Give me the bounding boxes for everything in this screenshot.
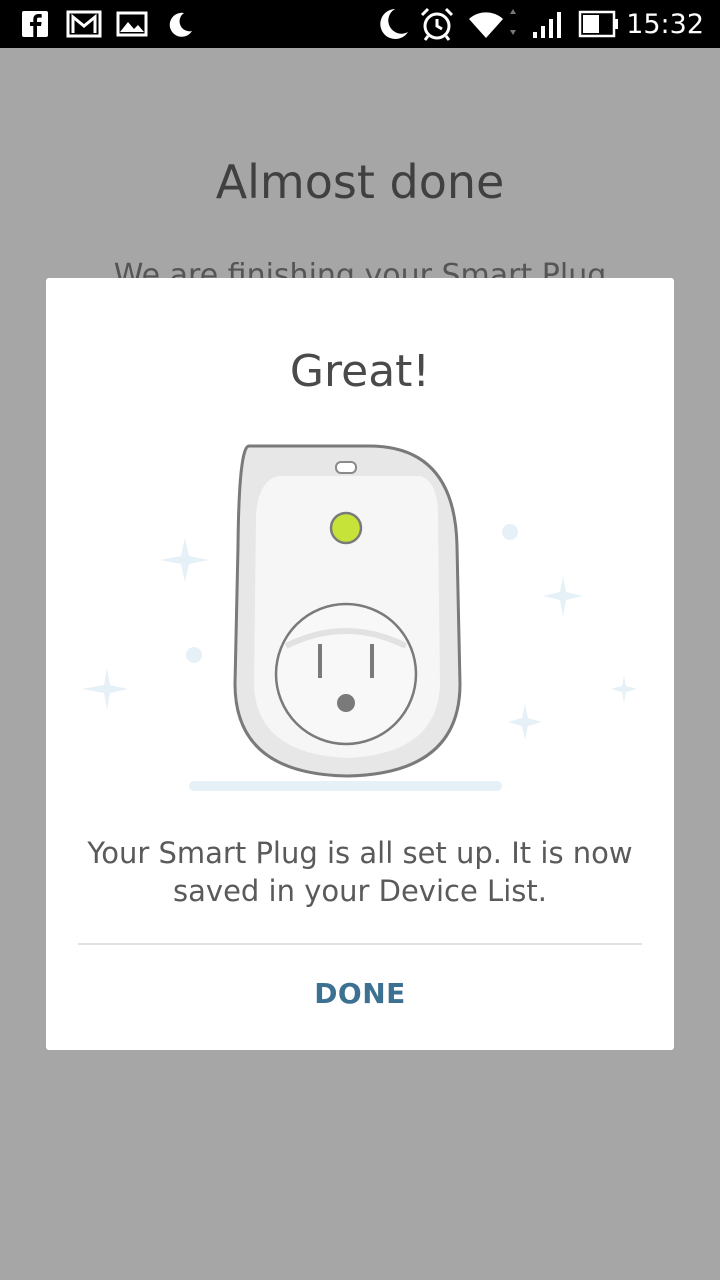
- wifi-icon: [466, 0, 520, 48]
- battery-icon: [578, 0, 620, 48]
- status-bar: 15:32: [0, 0, 720, 48]
- page-subtitle-text: We are finishing your Smart Plug: [113, 258, 607, 278]
- success-dialog: Great! Your Smart Plug is all set up. It…: [46, 278, 674, 1050]
- page-subtitle: We are finishing your Smart Plug: [0, 258, 720, 278]
- page-title: Almost done: [215, 155, 505, 209]
- dialog-message: Your Smart Plug is all set up. It is now…: [87, 836, 633, 908]
- status-time: 15:32: [626, 9, 704, 40]
- gmail-icon: [66, 0, 102, 48]
- done-button[interactable]: DONE: [78, 945, 642, 1050]
- smart-plug-icon: [82, 444, 637, 791]
- moon-icon: [166, 0, 194, 48]
- smart-plug-illustration: [46, 436, 674, 796]
- dialog-title: Great!: [289, 346, 431, 397]
- facebook-icon: [20, 0, 50, 48]
- moon-icon: [374, 0, 410, 48]
- gallery-icon: [116, 0, 148, 48]
- signal-icon: [530, 0, 566, 48]
- alarm-icon: [418, 0, 456, 48]
